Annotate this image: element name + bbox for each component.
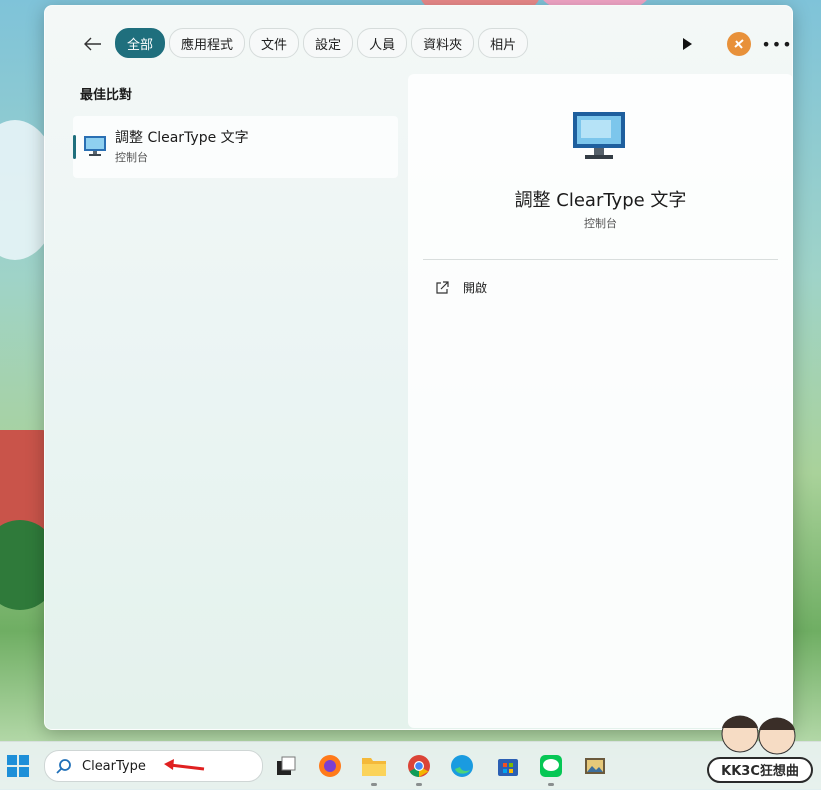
detail-pane: 調整 ClearType 文字 控制台 開啟 bbox=[408, 74, 793, 728]
section-title: 最佳比對 bbox=[80, 88, 133, 103]
tab-apps[interactable]: 應用程式 bbox=[169, 28, 246, 58]
tab-all[interactable]: 全部 bbox=[115, 28, 166, 58]
running-indicator bbox=[416, 783, 422, 786]
firefox-icon[interactable] bbox=[316, 752, 344, 780]
search-input[interactable] bbox=[80, 757, 234, 775]
open-action[interactable]: 開啟 bbox=[435, 279, 487, 296]
monitor-icon bbox=[573, 112, 625, 159]
taskbar bbox=[0, 741, 821, 790]
running-indicator bbox=[371, 783, 377, 786]
more-options-button[interactable]: ••• bbox=[761, 32, 791, 56]
play-button[interactable] bbox=[675, 32, 699, 56]
photos-icon[interactable] bbox=[581, 752, 609, 780]
svg-text:KK3C狂想曲: KK3C狂想曲 bbox=[721, 763, 799, 779]
selection-indicator bbox=[73, 135, 76, 159]
tab-settings[interactable]: 設定 bbox=[303, 28, 354, 58]
monitor-icon bbox=[84, 136, 106, 156]
tab-photos[interactable]: 相片 bbox=[478, 28, 529, 58]
running-indicator bbox=[548, 783, 554, 786]
result-subtitle: 控制台 bbox=[115, 151, 148, 164]
back-button[interactable] bbox=[79, 30, 107, 58]
detail-title: 調整 ClearType 文字 bbox=[514, 190, 687, 211]
tab-folders[interactable]: 資料夾 bbox=[411, 28, 475, 58]
search-panel: 全部 應用程式 文件 設定 人員 資料夾 相片 ••• 最佳比對 調整 Clea… bbox=[44, 5, 793, 730]
microsoft-store-icon[interactable] bbox=[494, 752, 522, 780]
divider bbox=[423, 259, 778, 260]
result-title: 調整 ClearType 文字 bbox=[115, 130, 249, 146]
edge-icon[interactable] bbox=[448, 752, 476, 780]
account-avatar-button[interactable] bbox=[727, 32, 751, 56]
line-icon[interactable] bbox=[537, 752, 565, 786]
search-top-bar: 全部 應用程式 文件 設定 人員 資料夾 相片 ••• bbox=[45, 28, 792, 60]
tab-documents[interactable]: 文件 bbox=[249, 28, 300, 58]
tab-people[interactable]: 人員 bbox=[357, 28, 408, 58]
best-match-result[interactable]: 調整 ClearType 文字 控制台 bbox=[73, 116, 398, 178]
file-explorer-icon[interactable] bbox=[360, 752, 388, 786]
avatar-icon bbox=[734, 39, 744, 49]
back-arrow-icon bbox=[84, 37, 101, 51]
annotation-arrow-icon bbox=[164, 759, 205, 771]
open-action-label: 開啟 bbox=[463, 281, 488, 295]
more-icon: ••• bbox=[761, 34, 793, 54]
play-icon bbox=[683, 38, 692, 50]
chrome-icon[interactable] bbox=[405, 752, 433, 786]
search-icon bbox=[56, 759, 71, 774]
windows-start-icon[interactable] bbox=[6, 754, 30, 778]
open-external-icon bbox=[436, 280, 449, 294]
detail-subtitle: 控制台 bbox=[584, 217, 617, 230]
filter-tabs: 全部 應用程式 文件 設定 人員 資料夾 相片 bbox=[115, 28, 529, 58]
task-view-icon[interactable] bbox=[272, 752, 300, 780]
taskbar-search-box[interactable] bbox=[44, 750, 263, 782]
watermark-logo: KK3C狂想曲 bbox=[707, 715, 813, 783]
